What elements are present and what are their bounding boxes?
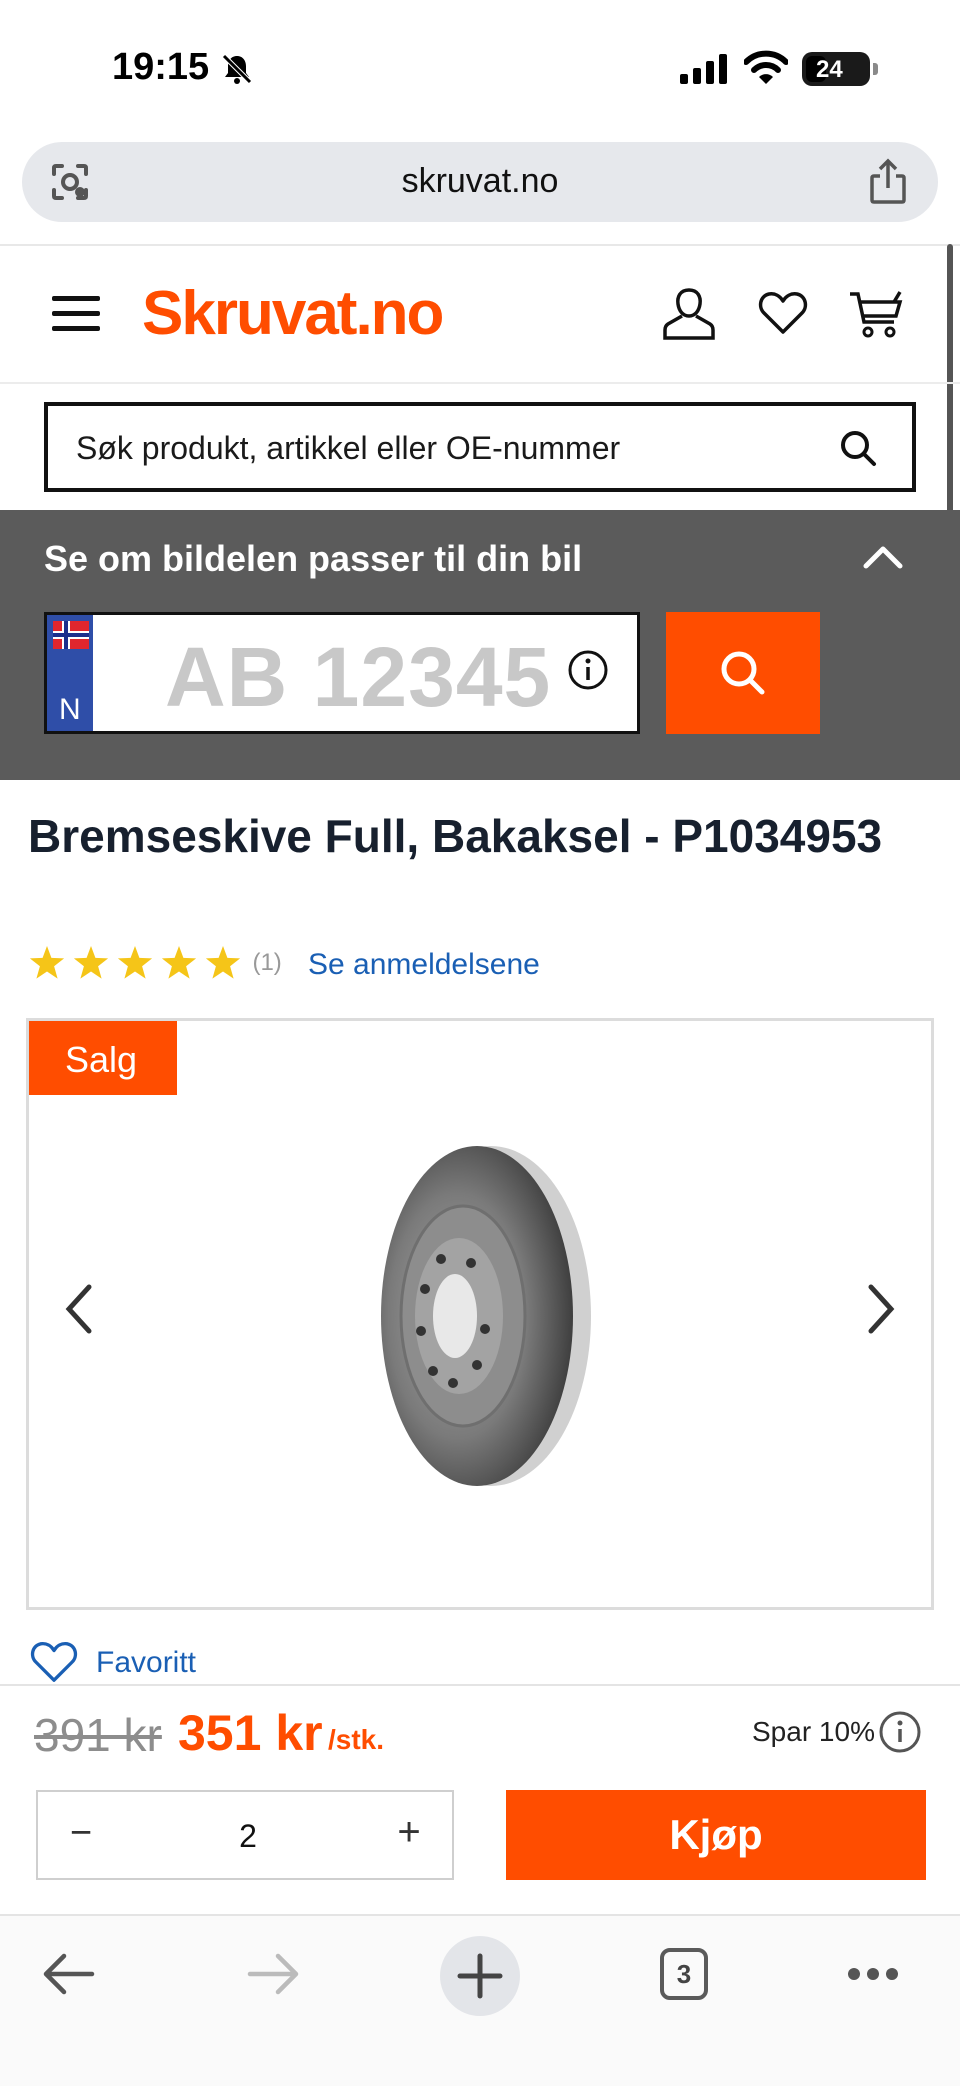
quantity-stepper[interactable]: − 2 +	[36, 1790, 454, 1880]
heart-icon	[30, 1641, 78, 1682]
divider	[0, 1684, 960, 1686]
review-count: (1)	[252, 949, 282, 976]
buy-button[interactable]: Kjøp	[506, 1790, 926, 1880]
cart-icon[interactable]	[848, 290, 904, 340]
url-text[interactable]: skruvat.no	[22, 162, 938, 201]
heart-icon[interactable]	[758, 290, 808, 336]
divider	[0, 244, 960, 246]
plate-placeholder[interactable]: AB 12345	[165, 629, 551, 726]
status-time: 19:15	[112, 46, 210, 88]
product-search-input[interactable]: Søk produkt, artikkel eller OE-nummer	[44, 402, 916, 492]
quantity-value[interactable]: 2	[198, 1818, 298, 1855]
star-icon	[205, 946, 241, 979]
rating-stars	[29, 946, 241, 979]
favorite-label[interactable]: Favoritt	[96, 1646, 196, 1680]
product-title: Bremseskive Full, Bakaksel - P1034953	[28, 810, 883, 862]
tab-switcher-button[interactable]: 3	[660, 1948, 708, 2000]
wifi-icon	[744, 50, 788, 84]
divider	[0, 382, 960, 384]
mute-bell-icon	[222, 54, 252, 84]
search-icon	[721, 651, 765, 695]
battery-indicator: 24	[802, 52, 878, 86]
star-icon	[73, 946, 109, 979]
site-logo[interactable]: Skruvat.no	[142, 278, 444, 349]
search-placeholder[interactable]: Søk produkt, artikkel eller OE-nummer	[76, 430, 620, 467]
chevron-right-icon[interactable]	[865, 1283, 897, 1335]
brake-disc-image	[381, 1146, 591, 1486]
savings-label: Spar 10%	[752, 1716, 875, 1747]
star-icon	[29, 946, 65, 979]
menu-icon[interactable]	[52, 296, 100, 332]
chevron-left-icon[interactable]	[63, 1283, 95, 1335]
user-icon[interactable]	[662, 286, 716, 342]
info-icon[interactable]	[567, 649, 609, 691]
address-bar[interactable]: skruvat.no	[22, 142, 938, 222]
star-icon	[117, 946, 153, 979]
country-strip: N	[47, 615, 93, 731]
scrollbar[interactable]	[947, 244, 953, 516]
chevron-up-icon[interactable]	[862, 544, 904, 570]
product-image-gallery[interactable]: Salg	[26, 1018, 934, 1610]
sale-badge: Salg	[29, 1021, 177, 1095]
new-tab-button[interactable]	[440, 1936, 520, 2016]
star-icon	[161, 946, 197, 979]
back-icon[interactable]	[42, 1952, 96, 1996]
country-code: N	[59, 693, 81, 726]
see-reviews-link[interactable]: Se anmeldelsene	[308, 948, 540, 982]
info-icon[interactable]	[878, 1710, 922, 1754]
favorite-button[interactable]: Favoritt	[30, 1640, 196, 1686]
share-icon[interactable]	[868, 158, 908, 206]
plate-search-button[interactable]	[666, 612, 820, 734]
vehicle-lookup-panel: Se om bildelen passer til din bil N AB 1…	[0, 510, 960, 780]
product-rating: (1) Se anmeldelsene	[28, 944, 540, 984]
norway-flag-icon	[53, 621, 89, 649]
plus-icon	[457, 1953, 503, 1999]
cellular-signal-icon	[680, 54, 727, 84]
vehicle-lookup-title: Se om bildelen passer til din bil	[44, 538, 583, 579]
search-icon[interactable]	[838, 428, 878, 468]
decrease-quantity-button[interactable]: −	[56, 1812, 106, 1855]
browser-toolbar: 3	[0, 1914, 960, 2086]
status-bar: 19:15 24	[0, 0, 960, 140]
increase-quantity-button[interactable]: +	[384, 1810, 434, 1855]
license-plate-input[interactable]: N AB 12345	[44, 612, 640, 734]
price-unit: /stk.	[328, 1724, 385, 1755]
original-price: 391 kr	[34, 1709, 162, 1761]
more-icon[interactable]	[846, 1966, 900, 1982]
forward-icon[interactable]	[246, 1952, 300, 1996]
sale-price: 351 kr	[178, 1705, 323, 1761]
